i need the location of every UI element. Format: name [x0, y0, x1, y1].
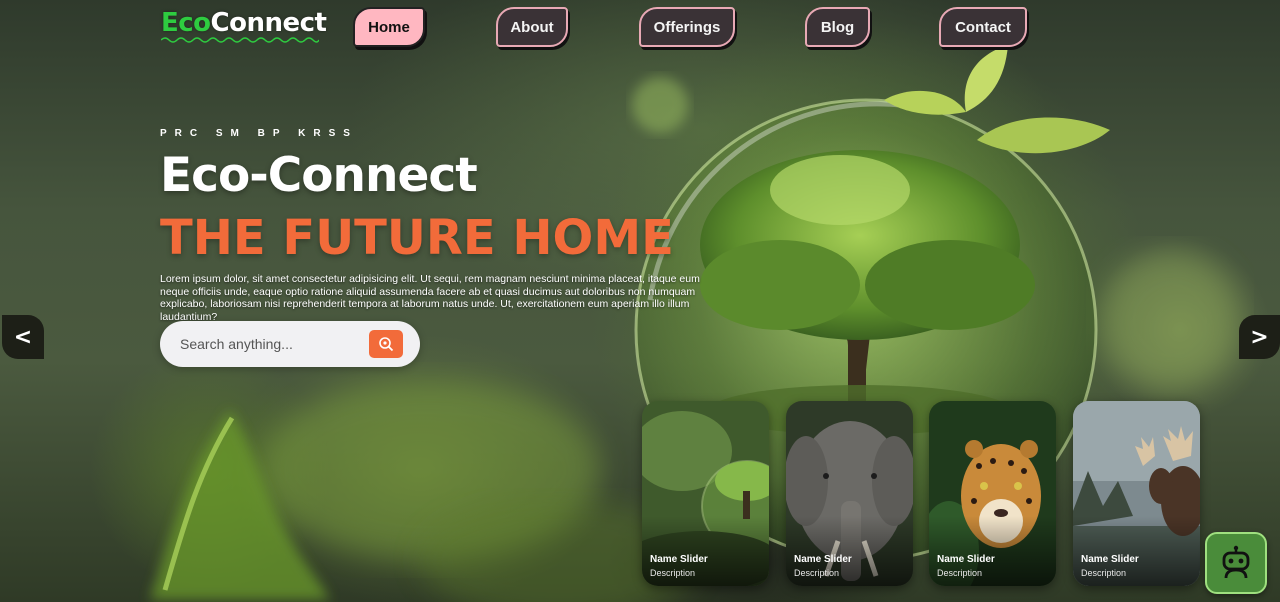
brand-logo-eco: Eco — [161, 8, 211, 38]
card-description: Description — [1081, 568, 1127, 578]
logo-underline-wave — [161, 37, 319, 43]
robot-icon — [1222, 545, 1250, 579]
nav-contact[interactable]: Contact — [939, 7, 1027, 47]
chatbot-button[interactable] — [1205, 532, 1267, 594]
card-description: Description — [937, 568, 983, 578]
card-description: Description — [794, 568, 840, 578]
brand-logo-connect: Connect — [210, 8, 327, 38]
hero-title: Eco-Connect — [160, 148, 478, 203]
card-title: Name Slider — [1081, 554, 1139, 565]
slider-next-button[interactable]: > — [1239, 315, 1280, 359]
hero-description: Lorem ipsum dolor, sit amet consectetur … — [160, 273, 700, 323]
card-description: Description — [650, 568, 696, 578]
hero-subtitle: THE FUTURE HOME — [160, 210, 674, 266]
nav-home[interactable]: Home — [353, 7, 425, 47]
slider-card-moose[interactable]: Name Slider Description — [1073, 401, 1200, 586]
search-button[interactable] — [369, 330, 403, 358]
hero-kicker: PRC SM BP KRSS — [160, 128, 358, 139]
card-title: Name Slider — [650, 554, 708, 565]
slider-prev-button[interactable]: < — [2, 315, 44, 359]
slider-card-leopard[interactable]: Name Slider Description — [929, 401, 1056, 586]
nav-blog[interactable]: Blog — [805, 7, 870, 47]
nav-about[interactable]: About — [496, 7, 568, 47]
slider-card-elephant[interactable]: Name Slider Description — [786, 401, 913, 586]
search-icon — [379, 337, 394, 352]
search-input[interactable] — [180, 334, 360, 354]
card-title: Name Slider — [794, 554, 852, 565]
brand-logo[interactable]: EcoConnect — [161, 8, 327, 38]
slider-card-globe[interactable]: Name Slider Description — [642, 401, 769, 586]
search-bar — [160, 321, 420, 367]
nav-offerings[interactable]: Offerings — [639, 7, 735, 47]
card-title: Name Slider — [937, 554, 995, 565]
